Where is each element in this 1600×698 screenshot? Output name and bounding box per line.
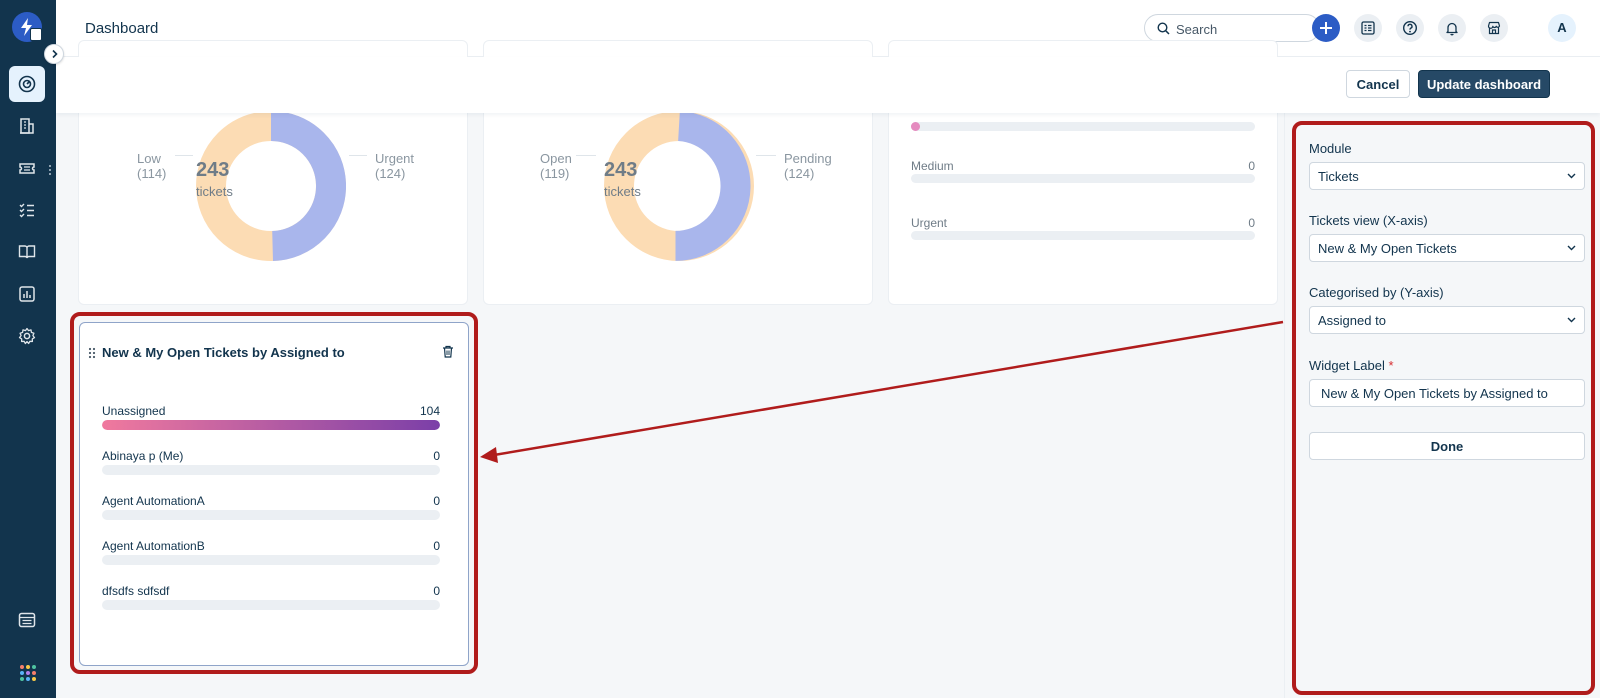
assignee-name: dfsdfs sdfsdf xyxy=(102,584,170,598)
widget-label-input[interactable] xyxy=(1309,379,1585,407)
sidebar-expand-button[interactable] xyxy=(44,44,64,64)
sidebar-item-admin[interactable] xyxy=(9,318,45,354)
donut-right-count: (124) xyxy=(784,166,815,181)
bar-fill xyxy=(102,420,440,430)
assignee-name: Agent AutomationA xyxy=(102,494,205,508)
dashboard-gauge-icon xyxy=(18,75,36,93)
bar-track xyxy=(911,122,1255,131)
donut-chart: 243 tickets xyxy=(604,111,754,261)
cancel-button[interactable]: Cancel xyxy=(1346,70,1410,98)
notifications-button[interactable] xyxy=(1438,14,1466,42)
chevron-down-icon xyxy=(1567,245,1576,251)
checklist-icon xyxy=(19,203,34,218)
donut-right-legend: Urgent (124) xyxy=(375,151,414,181)
donut-left-count: (119) xyxy=(540,166,570,181)
donut-unit: tickets xyxy=(604,184,641,199)
help-button[interactable] xyxy=(1396,14,1424,42)
module-select[interactable]: Tickets xyxy=(1309,162,1585,190)
donut-left-label: Low xyxy=(137,151,161,166)
assignee-count: 0 xyxy=(433,584,440,598)
edit-action-bar: Cancel Update dashboard xyxy=(56,57,1600,113)
categorised-by-label: Categorised by (Y-axis) xyxy=(1309,285,1444,300)
donut-right-label: Urgent xyxy=(375,151,415,166)
sidebar-item-companies[interactable] xyxy=(9,108,45,144)
assignee-count: 104 xyxy=(419,404,440,418)
drag-handle-icon[interactable] xyxy=(88,347,96,359)
bar-track xyxy=(102,555,440,565)
assignee-count: 0 xyxy=(433,539,440,553)
search-input[interactable] xyxy=(1176,20,1311,38)
trash-icon[interactable] xyxy=(442,345,454,358)
browser-window-icon xyxy=(18,612,36,628)
donut-left-label: Open xyxy=(540,151,572,166)
tickets-view-select[interactable]: New & My Open Tickets xyxy=(1309,234,1585,262)
bar-track xyxy=(102,600,440,610)
tickets-view-select-value: New & My Open Tickets xyxy=(1318,241,1457,256)
widget-assigned-to[interactable]: New & My Open Tickets by Assigned to Una… xyxy=(79,322,469,666)
app-logo-icon[interactable] xyxy=(12,12,42,42)
gear-icon xyxy=(18,327,36,345)
marketplace-button[interactable] xyxy=(1480,14,1508,42)
donut-left-legend: Low (114) xyxy=(137,151,166,181)
donut-left-legend: Open (119) xyxy=(540,151,572,181)
analytics-icon xyxy=(19,286,35,302)
sidebar-item-portal[interactable] xyxy=(9,602,45,638)
module-select-value: Tickets xyxy=(1318,169,1359,184)
forms-list-icon xyxy=(1361,21,1375,35)
sidebar-item-dashboard[interactable] xyxy=(9,66,45,102)
assignee-count: 0 xyxy=(433,494,440,508)
search-icon xyxy=(1157,22,1170,35)
donut-total: 243 xyxy=(196,159,230,181)
sidebar-item-tickets[interactable] xyxy=(9,150,45,186)
page-title: Dashboard xyxy=(85,20,159,37)
book-icon xyxy=(18,245,36,259)
new-item-button[interactable] xyxy=(1312,14,1340,42)
widget-title: New & My Open Tickets by Assigned to xyxy=(102,345,345,360)
search-box[interactable] xyxy=(1144,14,1320,42)
categorised-by-select[interactable]: Assigned to xyxy=(1309,306,1585,334)
forms-button[interactable] xyxy=(1354,14,1382,42)
required-asterisk: * xyxy=(1388,358,1394,373)
donut-unit: tickets xyxy=(196,184,233,199)
assignee-name: Agent AutomationB xyxy=(102,539,205,553)
assignee-name: Abinaya p (Me) xyxy=(102,449,184,463)
update-dashboard-button[interactable]: Update dashboard xyxy=(1418,70,1550,98)
bar-track xyxy=(102,420,440,430)
help-question-icon xyxy=(1402,20,1418,36)
building-icon xyxy=(20,118,34,134)
user-avatar[interactable]: A xyxy=(1548,14,1576,42)
chevron-right-icon xyxy=(52,49,58,59)
apps-grid-icon[interactable] xyxy=(20,665,36,681)
widget-label-label: Widget Label * xyxy=(1309,358,1394,373)
store-icon xyxy=(1487,21,1501,35)
sidebar-item-solutions[interactable] xyxy=(9,234,45,270)
assignee-name: Unassigned xyxy=(102,404,166,418)
bar-track xyxy=(102,465,440,475)
sidebar xyxy=(0,0,56,698)
chevron-down-icon xyxy=(1567,173,1576,179)
donut-right-label: Pending xyxy=(784,151,832,166)
done-button[interactable]: Done xyxy=(1309,432,1585,460)
module-label: Module xyxy=(1309,141,1352,156)
categorised-by-select-value: Assigned to xyxy=(1318,313,1386,328)
assignee-count: 0 xyxy=(433,449,440,463)
donut-chart: 243 tickets xyxy=(196,111,347,261)
widget-config-panel: Module Tickets Tickets view (X-axis) New… xyxy=(1284,113,1600,698)
ticket-icon xyxy=(19,163,35,174)
donut-left-count: (114) xyxy=(137,166,167,181)
bell-icon xyxy=(1446,22,1458,36)
donut-right-legend: Pending (124) xyxy=(784,151,832,181)
tickets-more-icon[interactable] xyxy=(48,163,52,177)
donut-total: 243 xyxy=(604,159,638,181)
sidebar-item-tasks[interactable] xyxy=(9,192,45,228)
bar-track xyxy=(102,510,440,520)
chevron-down-icon xyxy=(1567,317,1576,323)
plus-icon xyxy=(1320,22,1332,34)
donut-right-count: (124) xyxy=(375,166,406,181)
tickets-view-label: Tickets view (X-axis) xyxy=(1309,213,1428,228)
sidebar-item-reports[interactable] xyxy=(9,276,45,312)
